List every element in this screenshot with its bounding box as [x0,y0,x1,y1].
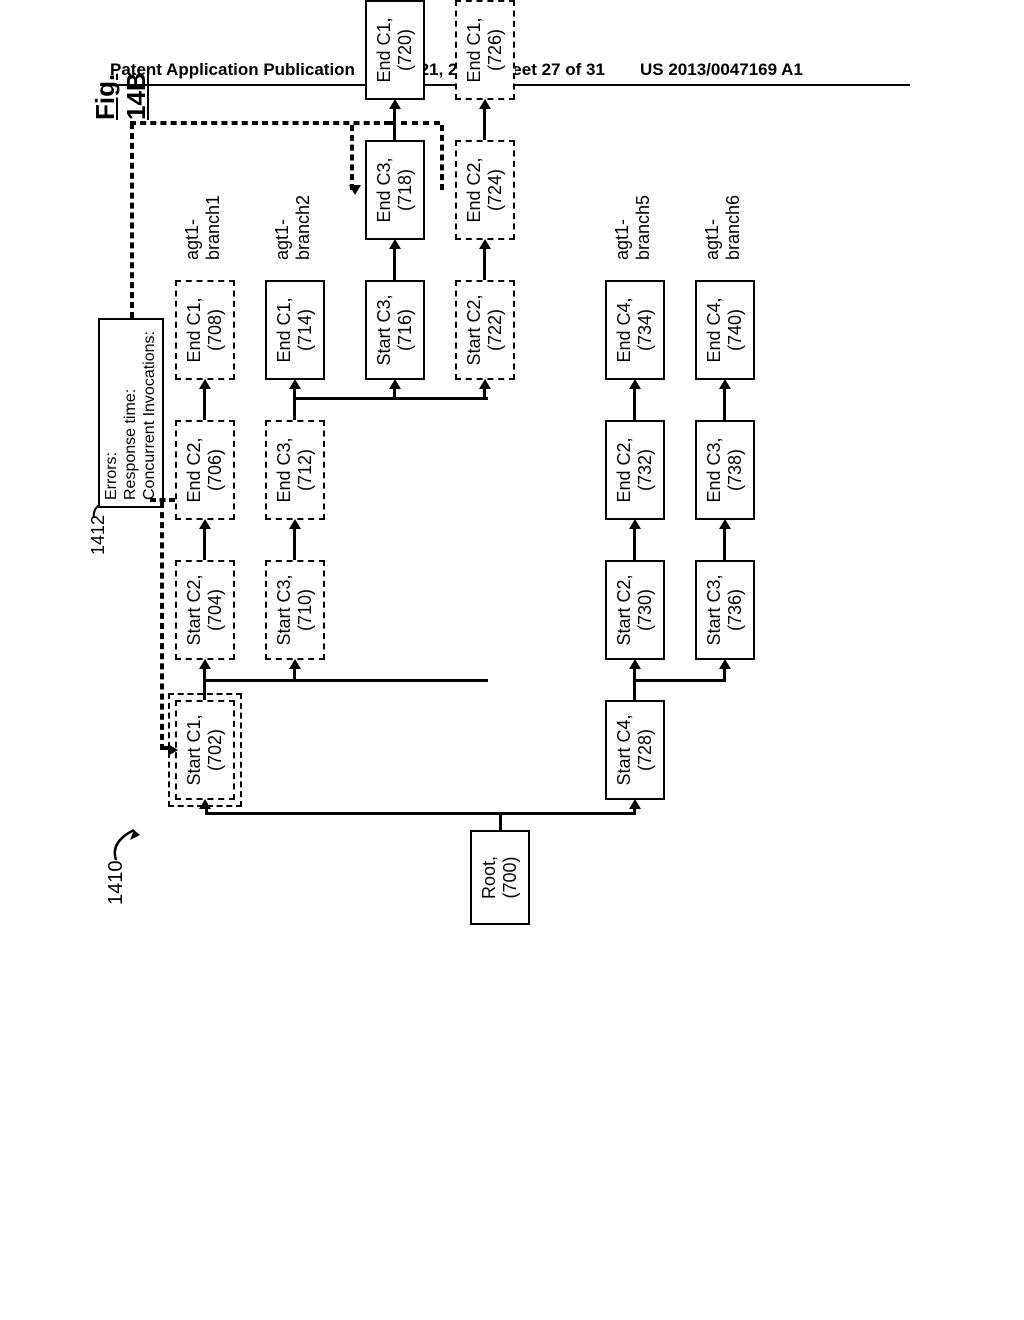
arrow-icon [629,659,641,669]
arrow-icon [479,379,491,389]
arrow-icon [289,519,301,529]
figure-id-arrow [110,822,150,862]
edge [723,525,726,560]
arrow-icon [199,519,211,529]
node-712: End C3, (712) [265,420,325,520]
edge [293,398,488,401]
arrow-icon [479,99,491,109]
edge [293,525,296,560]
metricbox-id-label: 1412 [88,515,109,555]
node-710: Start C3, (710) [265,560,325,660]
metricbox: Errors: Response time: Concurrent Invoca… [98,318,164,508]
node-714: End C1, (714) [265,280,325,380]
edge [499,815,502,830]
edge [203,525,206,560]
node-718: End C3, (718) [365,140,425,240]
arrow-icon [289,659,301,669]
callout-line [350,125,354,190]
header-right: US 2013/0047169 A1 [640,60,803,80]
node-726: End C1, (726) [455,0,515,100]
node-708: End C1, (708) [175,280,235,380]
label-branch1-text: agt1-branch1 [182,180,224,260]
node-738: End C3, (738) [695,420,755,520]
edge [203,385,206,420]
edge [633,525,636,560]
callout-line [130,123,134,318]
figure-id-label: 1410 [105,861,128,906]
node-root: Root, (700) [470,830,530,925]
arrow-icon [719,659,731,669]
label-branch5: agt1-branch5 [612,180,654,260]
callout-line [440,125,444,190]
edge [393,245,396,280]
arrow-icon [389,239,401,249]
node-732: End C2, (732) [605,420,665,520]
callout-line [160,502,164,750]
arrow-icon [199,659,211,669]
node-716: Start C3, (716) [365,280,425,380]
arrow-icon [389,379,401,389]
node-734: End C4, (734) [605,280,665,380]
figure-title: Fig. 14B [90,72,152,120]
edge [633,665,636,700]
edge [205,813,635,816]
arrow-icon [349,185,361,195]
node-724: End C2, (724) [455,140,515,240]
label-branch6-text: agt1-branch6 [702,180,744,260]
node-740: End C4, (740) [695,280,755,380]
node-704: Start C2, (704) [175,560,235,660]
node-730: Start C2, (730) [605,560,665,660]
arrow-icon [629,379,641,389]
figure-diagram: Fig. 14B 1410 Root, (700) Start C1, (702… [120,150,1024,950]
arrow-icon [289,379,301,389]
edge [483,245,486,280]
header-right-text: US 2013/0047169 A1 [640,60,803,79]
edge [293,400,296,420]
label-branch2-text: agt1-branch2 [272,180,314,260]
node-706: End C2, (706) [175,420,235,520]
edge [203,680,488,683]
edge [633,680,726,683]
arrow-icon [629,519,641,529]
node-722: Start C2, (722) [455,280,515,380]
label-branch5-text: agt1-branch5 [612,180,654,260]
node-root-l1: Root, [479,856,500,899]
edge [723,385,726,420]
node-720: End C1, (720) [365,0,425,100]
callout-line [390,121,440,125]
edge [483,105,486,140]
node-736: Start C3, (736) [695,560,755,660]
metricbox-line3: Concurrent Invocations: [140,326,159,500]
metricbox-line2: Response time: [121,326,140,500]
page: Patent Application Publication Feb. 21, … [0,0,1024,1320]
arrow-icon [719,519,731,529]
node-702-highlight [168,693,242,807]
node-728: Start C4, (728) [605,700,665,800]
metricbox-line1: Errors: [102,326,121,500]
arrow-icon [389,99,401,109]
arrow-icon [719,379,731,389]
label-branch1: agt1-branch1 [182,180,224,260]
node-root-l2: (700) [500,856,521,898]
label-branch2: agt1-branch2 [272,180,314,260]
arrow-icon [479,239,491,249]
label-branch6: agt1-branch6 [702,180,744,260]
arrow-icon [199,379,211,389]
arrow-icon [629,799,641,809]
edge [633,385,636,420]
